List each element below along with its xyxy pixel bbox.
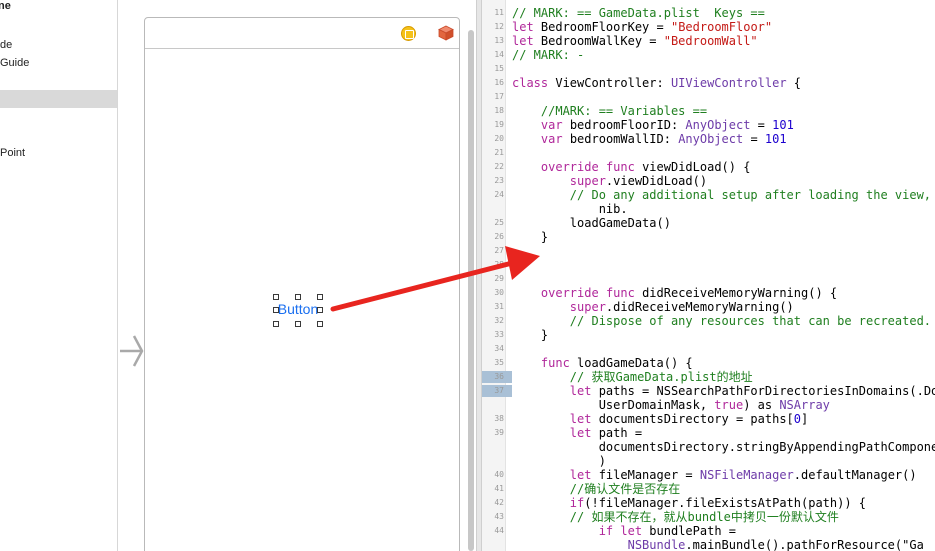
resize-handle-bottom-right[interactable]: [317, 321, 323, 327]
scene-dock: [145, 18, 459, 49]
line-number: 25: [494, 218, 504, 227]
view-controller-icon[interactable]: [401, 26, 416, 41]
code-line[interactable]: class ViewController: UIViewController {: [512, 76, 801, 90]
line-number: 31: [494, 302, 504, 311]
code-line[interactable]: }: [512, 328, 548, 342]
code-line[interactable]: NSBundle.mainBundle().pathForResource("G…: [512, 538, 924, 551]
resize-handle-bottom[interactable]: [295, 321, 301, 327]
code-line[interactable]: let paths = NSSearchPathForDirectoriesIn…: [512, 384, 935, 398]
code-line[interactable]: var bedroomWallID: AnyObject = 101: [512, 132, 787, 146]
line-number: 35: [494, 358, 504, 367]
line-number: 22: [494, 162, 504, 171]
line-number: 14: [494, 50, 504, 59]
document-outline: ne de Guide Point: [0, 0, 118, 551]
line-number: 24: [494, 190, 504, 199]
code-line[interactable]: override func didReceiveMemoryWarning() …: [512, 286, 837, 300]
outline-item-scene[interactable]: ne: [0, 0, 11, 12]
code-line[interactable]: UserDomainMask, true) as NSArray: [512, 398, 830, 412]
line-number: 27: [494, 246, 504, 255]
line-number: 23: [494, 176, 504, 185]
line-number: 43: [494, 512, 504, 521]
code-line[interactable]: documentsDirectory.stringByAppendingPath…: [512, 440, 935, 454]
line-number: 12: [494, 22, 504, 31]
code-line[interactable]: let BedroomWallKey = "BedroomWall": [512, 34, 758, 48]
line-number: 28: [494, 260, 504, 269]
code-line[interactable]: if(!fileManager.fileExistsAtPath(path)) …: [512, 496, 866, 510]
resize-handle-top-right[interactable]: [317, 294, 323, 300]
resize-handle-top[interactable]: [295, 294, 301, 300]
line-number: 42: [494, 498, 504, 507]
outline-selected-row[interactable]: [0, 90, 117, 108]
resize-handle-bottom-left[interactable]: [273, 321, 279, 327]
code-line[interactable]: super.viewDidLoad(): [512, 174, 707, 188]
code-line[interactable]: nib.: [512, 202, 628, 216]
line-number: 34: [494, 344, 504, 353]
line-number: 18: [494, 106, 504, 115]
line-number: 33: [494, 330, 504, 339]
code-line[interactable]: loadGameData(): [512, 216, 671, 230]
line-number: 32: [494, 316, 504, 325]
resize-handle-top-left[interactable]: [273, 294, 279, 300]
code-line[interactable]: super.didReceiveMemoryWarning(): [512, 300, 794, 314]
resize-handle-right[interactable]: [317, 307, 323, 313]
button-label: Button: [277, 301, 319, 317]
line-number: 19: [494, 120, 504, 129]
code-line[interactable]: let fileManager = NSFileManager.defaultM…: [512, 468, 917, 482]
line-number: 15: [494, 64, 504, 73]
storyboard-button[interactable]: Button: [273, 294, 323, 327]
line-number-gutter: 11 12 13 14 15 16 17 18 19 20 21 22 23 24 25 26 27 28 29 30…: [482, 0, 512, 551]
line-number: 41: [494, 484, 504, 493]
code-line[interactable]: //MARK: == Variables ==: [512, 104, 707, 118]
line-number: 29: [494, 274, 504, 283]
line-number: 17: [494, 92, 504, 101]
line-number: 11: [494, 8, 504, 17]
code-line[interactable]: // 如果不存在，就从bundle中拷贝一份默认文件: [512, 510, 839, 524]
first-responder-cube-icon[interactable]: [438, 25, 454, 41]
line-number: 30: [494, 288, 504, 297]
line-number: 20: [494, 134, 504, 143]
resize-handle-left[interactable]: [273, 307, 279, 313]
code-line[interactable]: if let bundlePath =: [512, 524, 736, 538]
code-line[interactable]: ): [512, 454, 606, 468]
view-controller-scene[interactable]: [144, 17, 460, 551]
code-line[interactable]: let BedroomFloorKey = "BedroomFloor": [512, 20, 772, 34]
canvas-vertical-scrollbar[interactable]: [468, 30, 474, 551]
line-number: 44: [494, 526, 504, 535]
code-line[interactable]: let path =: [512, 426, 642, 440]
code-line[interactable]: //确认文件是否存在: [512, 482, 680, 496]
line-number: 40: [494, 470, 504, 479]
code-line[interactable]: // 获取GameData.plist的地址: [512, 370, 753, 384]
line-number: 37: [494, 386, 504, 395]
code-line[interactable]: // Dispose of any resources that can be …: [512, 314, 931, 328]
line-number: 38: [494, 414, 504, 423]
outline-item-bottom-layout-guide[interactable]: Guide: [0, 57, 29, 69]
code-line[interactable]: }: [512, 230, 548, 244]
assistant-code-editor[interactable]: 11 12 13 14 15 16 17 18 19 20 21 22 23 24 25 26 27 28 29 30…: [482, 0, 935, 551]
code-line[interactable]: // MARK: -: [512, 48, 584, 62]
outline-item-storyboard-entry-point[interactable]: Point: [0, 147, 25, 159]
code-line[interactable]: // MARK: == GameData.plist Keys ==: [512, 6, 765, 20]
line-number: 26: [494, 232, 504, 241]
line-number: 39: [494, 428, 504, 437]
code-line[interactable]: let documentsDirectory = paths[0]: [512, 412, 808, 426]
line-number: 36: [494, 372, 504, 381]
storyboard-canvas[interactable]: Button: [118, 0, 476, 551]
code-line[interactable]: override func viewDidLoad() {: [512, 160, 751, 174]
line-number: 21: [494, 148, 504, 157]
code-line[interactable]: // Do any additional setup after loading…: [512, 188, 931, 202]
code-line[interactable]: func loadGameData() {: [512, 356, 693, 370]
outline-item-top-layout-guide[interactable]: de: [0, 39, 12, 51]
code-line[interactable]: var bedroomFloorID: AnyObject = 101: [512, 118, 794, 132]
line-number: 13: [494, 36, 504, 45]
entry-point-arrow-icon: [120, 335, 144, 367]
line-number: 16: [494, 78, 504, 87]
